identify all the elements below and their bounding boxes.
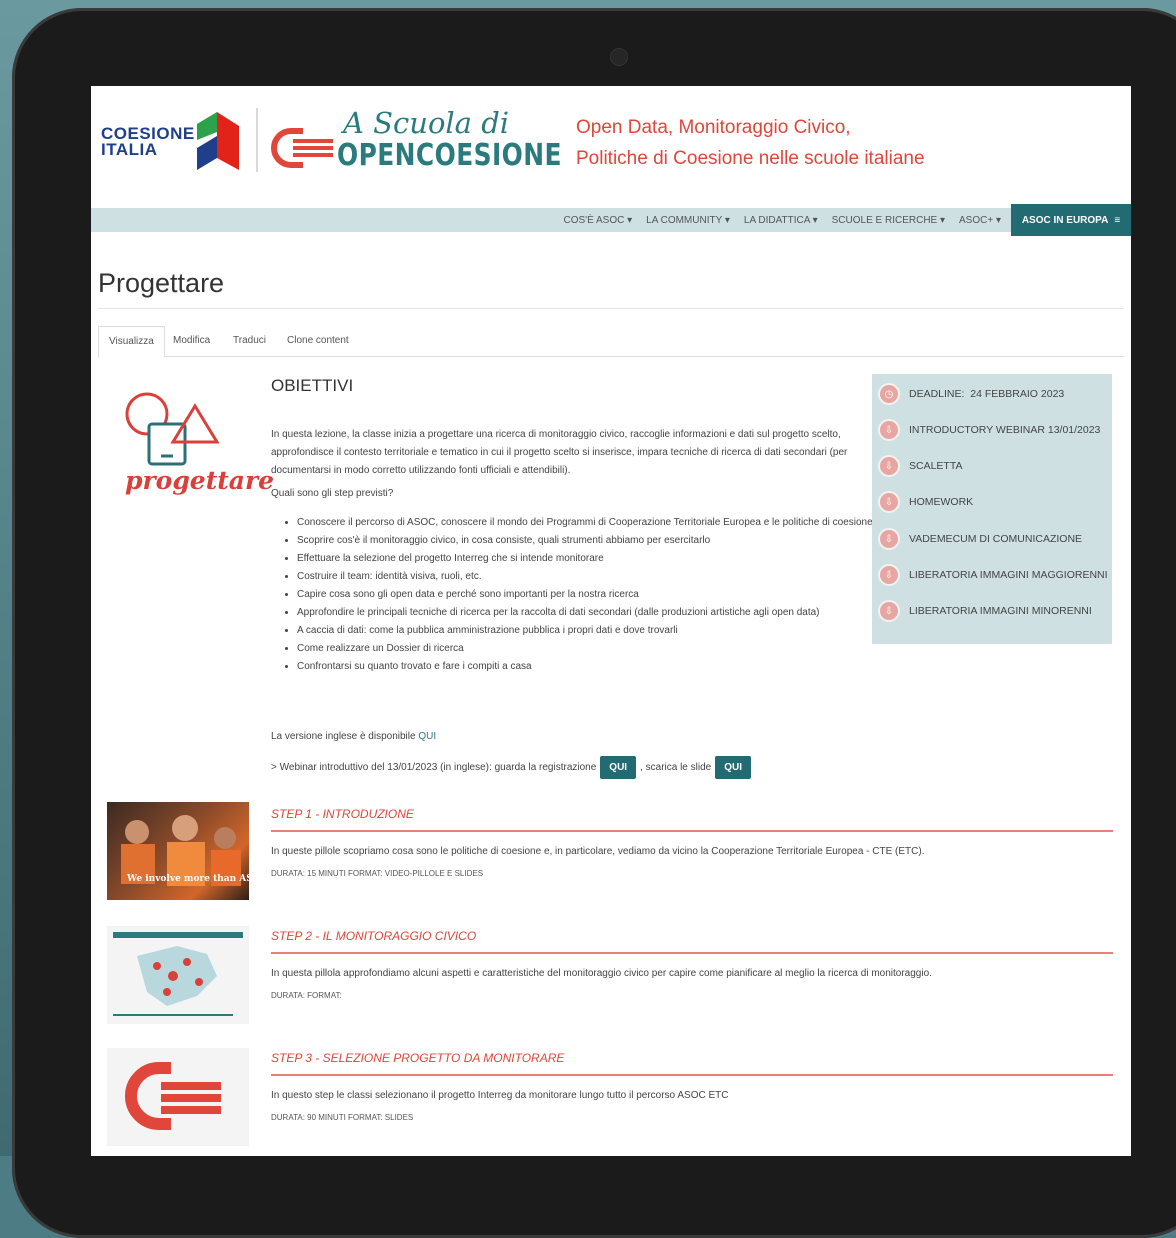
sidebar-item-label: INTRODUCTORY WEBINAR 13/01/2023	[909, 424, 1101, 436]
list-item: Scoprire cos'è il monitoraggio civico, i…	[297, 532, 887, 550]
steps-list: Conoscere il percorso di ASOC, conoscere…	[283, 514, 887, 676]
sidebar-item-webinar[interactable]: ⇩ INTRODUCTORY WEBINAR 13/01/2023	[878, 416, 1100, 444]
webinar-line: > Webinar introduttivo del 13/01/2023 (i…	[271, 754, 755, 780]
resources-sidebar: ◷ DEADLINE: 24 FEBBRAIO 2023 ⇩ INTRODUCT…	[872, 374, 1112, 644]
step3-meta: DURATA: 90 MINUTI FORMAT: SLIDES	[271, 1113, 414, 1122]
nav-item-community[interactable]: LA COMMUNITY ▾	[646, 215, 730, 226]
clock-icon: ◷	[878, 383, 900, 405]
coesione-italia-logo[interactable]: COESIONE ITALIA	[101, 125, 195, 159]
intro-paragraph: In questa lezione, la classe inizia a pr…	[271, 429, 848, 476]
step3-title[interactable]: STEP 3 - SELEZIONE PROGETTO DA MONITORAR…	[271, 1051, 564, 1065]
illustration-label: progettare	[125, 466, 275, 495]
camera-icon	[610, 48, 628, 66]
step-divider	[271, 830, 1113, 832]
nav-item-cose-asoc[interactable]: COS'È ASOC ▾	[564, 215, 633, 226]
download-icon: ⇩	[878, 455, 900, 477]
sidebar-item-vademecum[interactable]: ⇩ VADEMECUM DI COMUNICAZIONE	[878, 525, 1082, 553]
list-item: Conoscere il percorso di ASOC, conoscere…	[297, 514, 887, 532]
nav-europa-label: ASOC IN EUROPA	[1021, 214, 1109, 226]
download-icon: ⇩	[878, 528, 900, 550]
sidebar-item-label: LIBERATORIA IMMAGINI MAGGIORENNI	[909, 569, 1108, 581]
webinar-recording-button[interactable]: QUI	[600, 755, 637, 779]
tagline-line1: Open Data, Monitoraggio Civico,	[576, 117, 851, 138]
hamburger-icon: ≡	[1114, 214, 1121, 226]
browser-page: COESIONE ITALIA A Scuola di OPENCOESIONE…	[91, 86, 1131, 1156]
tab-visualizza[interactable]: Visualizza	[98, 326, 165, 358]
step3-description: In questo step le classi selezionano il …	[271, 1090, 729, 1101]
main-navbar: COS'È ASOC ▾ LA COMMUNITY ▾ LA DIDATTICA…	[91, 204, 1131, 236]
deadline-label: DEADLINE:	[909, 388, 965, 400]
sidebar-item-homework[interactable]: ⇩ HOMEWORK	[878, 488, 973, 516]
step-divider	[271, 1074, 1113, 1076]
logo-separator	[256, 108, 258, 172]
site-tagline: Open Data, Monitoraggio Civico, Politich…	[576, 112, 925, 174]
english-version-line: La versione inglese è disponibile QUI	[271, 731, 436, 742]
list-item: Come realizzare un Dossier di ricerca	[297, 640, 887, 658]
step2-description: In questa pillola approfondiamo alcuni a…	[271, 968, 932, 979]
step2-title[interactable]: STEP 2 - IL MONITORAGGIO CIVICO	[271, 929, 476, 943]
step1-description: In queste pillole scopriamo cosa sono le…	[271, 846, 925, 857]
english-version-link[interactable]: QUI	[418, 731, 436, 742]
nav-item-didattica[interactable]: LA DIDATTICA ▾	[744, 215, 818, 226]
thumbnail-caption: We involve more than ASO	[127, 874, 249, 884]
list-item: A caccia di dati: come la pubblica ammin…	[297, 622, 887, 640]
list-item: Effettuare la selezione del progetto Int…	[297, 550, 887, 568]
sidebar-item-liberatoria-maggiorenni[interactable]: ⇩ LIBERATORIA IMMAGINI MAGGIORENNI	[878, 561, 1108, 589]
step1-meta: DURATA: 15 MINUTI FORMAT: VIDEO-PILLOLE …	[271, 869, 484, 878]
list-item: Confrontarsi su quanto trovato e fare i …	[297, 658, 887, 676]
english-version-text: La versione inglese è disponibile	[271, 731, 419, 742]
asoc-logo-icon	[125, 1062, 221, 1130]
asoc-logo-subtitle[interactable]: OPENCOESIONE	[337, 138, 562, 173]
webinar-slides-text: , scarica le slide	[640, 761, 712, 773]
sidebar-item-liberatoria-minorenni[interactable]: ⇩ LIBERATORIA IMMAGINI MINORENNI	[878, 597, 1092, 625]
asoc-logo-icon	[271, 128, 333, 168]
sidebar-item-label: LIBERATORIA IMMAGINI MINORENNI	[909, 605, 1092, 617]
nav-item-scuole-ricerche[interactable]: SCUOLE E RICERCHE ▾	[832, 215, 945, 226]
logo-text-line2: ITALIA	[101, 140, 158, 159]
download-icon: ⇩	[878, 491, 900, 513]
sidebar-item-scaletta[interactable]: ⇩ SCALETTA	[878, 452, 962, 480]
step1-title[interactable]: STEP 1 - INTRODUZIONE	[271, 807, 414, 821]
list-item: Costruire il team: identità visiva, ruol…	[297, 568, 887, 586]
page-title: Progettare	[98, 268, 225, 298]
flag-logo-icon	[197, 112, 239, 170]
asoc-logo-title[interactable]: A Scuola di	[343, 106, 509, 140]
tab-traduci[interactable]: Traduci	[233, 326, 266, 356]
nav-menu: COS'È ASOC ▾ LA COMMUNITY ▾ LA DIDATTICA…	[564, 208, 1001, 232]
tab-clone-content[interactable]: Clone content	[287, 326, 349, 356]
tagline-line2: Politiche di Coesione nelle scuole itali…	[576, 148, 925, 169]
webinar-slides-button[interactable]: QUI	[715, 755, 751, 779]
download-icon: ⇩	[878, 564, 900, 586]
list-item: Approfondire le principali tecniche di r…	[297, 604, 887, 622]
nav-item-asoc-europa[interactable]: ASOC IN EUROPA ≡	[1011, 204, 1131, 236]
step1-thumbnail[interactable]: We involve more than ASO	[107, 802, 249, 900]
step2-meta: DURATA: FORMAT:	[271, 991, 342, 1000]
europe-map-icon	[113, 932, 243, 1016]
step3-thumbnail[interactable]	[107, 1048, 249, 1146]
progettare-illustration-icon	[125, 392, 220, 466]
nav-item-asoc-plus[interactable]: ASOC+ ▾	[959, 215, 1001, 226]
list-item: Capire cosa sono gli open data e perché …	[297, 586, 887, 604]
steps-question: Quali sono gli step previsti?	[271, 488, 394, 499]
sidebar-item-label: HOMEWORK	[909, 496, 974, 508]
section-heading: OBIETTIVI	[271, 376, 354, 395]
crowd-photo-icon	[121, 815, 241, 886]
download-icon: ⇩	[878, 600, 900, 622]
step2-thumbnail[interactable]	[107, 926, 249, 1024]
step-divider	[271, 952, 1113, 954]
deadline-value: 24 FEBBRAIO 2023	[970, 388, 1065, 400]
title-divider	[98, 308, 1124, 309]
tab-modifica[interactable]: Modifica	[173, 326, 210, 356]
sidebar-item-label: SCALETTA	[909, 460, 963, 472]
deadline-item: ◷ DEADLINE: 24 FEBBRAIO 2023	[878, 380, 1064, 408]
download-icon: ⇩	[878, 419, 900, 441]
sidebar-item-label: VADEMECUM DI COMUNICAZIONE	[909, 533, 1083, 545]
webinar-text: > Webinar introduttivo del 13/01/2023 (i…	[271, 761, 597, 773]
content-tabs: Visualizza Modifica Traduci Clone conten…	[98, 326, 1124, 358]
